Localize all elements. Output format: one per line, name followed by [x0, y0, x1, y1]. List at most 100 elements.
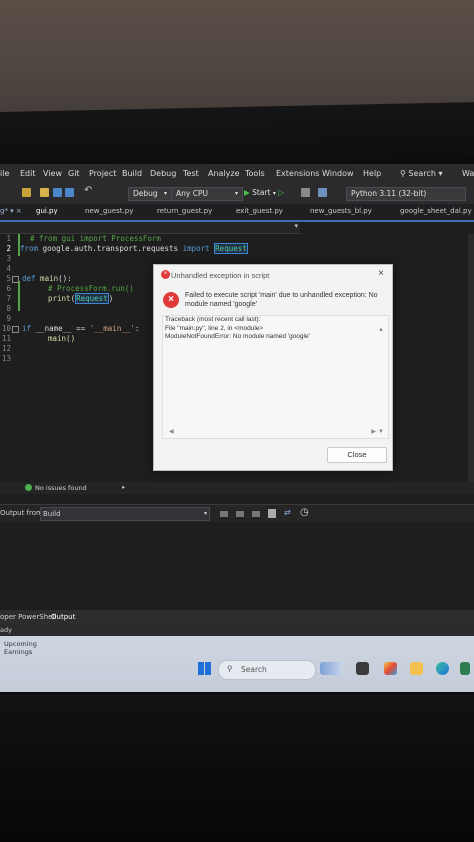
- platform-value: Any CPU: [176, 189, 208, 198]
- close-button[interactable]: Close: [327, 447, 387, 463]
- configuration-value: Debug: [133, 189, 158, 198]
- code-line-6: # ProcessForm.run(): [48, 284, 134, 293]
- scroll-down-icon[interactable]: ▼: [378, 428, 384, 437]
- monitor-bezel-top: [0, 102, 474, 168]
- tab-new-guests-bl[interactable]: new_guests_bl.py: [310, 207, 372, 215]
- python-environment-value: Python 3.11 (32-bit): [351, 189, 427, 198]
- error-icon: ×: [161, 270, 170, 279]
- chevron-down-icon: ▾: [203, 510, 207, 517]
- fold-toggle-icon[interactable]: [12, 276, 19, 283]
- dialog-title: Unhandled exception in script: [171, 271, 270, 280]
- open-folder-icon[interactable]: [40, 188, 49, 197]
- clear-all-icon[interactable]: [268, 509, 276, 518]
- traceback-text[interactable]: Traceback (most recent call last): File …: [162, 315, 389, 439]
- navigation-bar[interactable]: ▾: [0, 222, 300, 234]
- menu-bar: ile Edit View Git Project Build Debug Te…: [0, 164, 474, 184]
- menu-analyze[interactable]: Analyze: [208, 169, 240, 178]
- menu-project[interactable]: Project: [89, 169, 116, 178]
- close-icon[interactable]: ×: [378, 268, 384, 279]
- menu-git[interactable]: Git: [68, 169, 80, 178]
- scroll-right-icon[interactable]: ▶: [371, 428, 376, 437]
- search-icon: ⚲: [227, 664, 233, 673]
- output-tool-icon[interactable]: [252, 511, 260, 517]
- error-icon: ×: [163, 292, 179, 308]
- status-bar: ady: [0, 624, 474, 636]
- platform-dropdown[interactable]: Any CPU ▾: [171, 187, 243, 201]
- traceback-line: Traceback (most recent call last):: [165, 316, 261, 323]
- toolbar-window-icon[interactable]: [318, 188, 327, 197]
- clock-icon[interactable]: ◷: [300, 507, 309, 518]
- tab-exit-guest[interactable]: exit_guest.py: [236, 207, 283, 215]
- output-from-label: Output from:: [0, 509, 46, 517]
- file-explorer-icon[interactable]: [410, 662, 423, 675]
- output-pane[interactable]: [0, 522, 474, 610]
- code-line-11: main(): [48, 334, 76, 343]
- taskbar-search-box[interactable]: ⚲ Search: [218, 660, 316, 680]
- undo-icon[interactable]: ↶: [84, 185, 92, 197]
- menu-build[interactable]: Build: [122, 169, 142, 178]
- vertical-scrollbar[interactable]: [468, 234, 474, 482]
- terminal-icon[interactable]: [356, 662, 369, 675]
- line-number: 3: [6, 254, 11, 263]
- run-without-debug-icon[interactable]: ▷: [278, 188, 284, 197]
- output-tool-icon[interactable]: [220, 511, 228, 517]
- menu-test[interactable]: Test: [183, 169, 199, 178]
- tab-new-guest[interactable]: new_guest.py: [85, 207, 133, 215]
- chevron-down-icon: ▾: [438, 169, 443, 178]
- menu-help[interactable]: Help: [363, 169, 381, 178]
- tab-gui[interactable]: gui.py: [36, 207, 58, 215]
- search-box[interactable]: ⚲ Search ▾: [400, 169, 442, 178]
- line-number: 1: [6, 234, 11, 243]
- issues-status[interactable]: No issues found: [35, 484, 87, 492]
- tab-google-sheet-dal[interactable]: google_sheet_dal.py: [400, 207, 472, 215]
- chevron-down-icon: ▾: [294, 222, 298, 230]
- search-icon: ⚲: [400, 169, 406, 178]
- scroll-up-icon[interactable]: ▲: [378, 326, 384, 335]
- new-project-icon[interactable]: [22, 188, 31, 197]
- dialog-message: Failed to execute script 'main' due to u…: [185, 292, 378, 308]
- menu-debug[interactable]: Debug: [150, 169, 176, 178]
- screen: ile Edit View Git Project Build Debug Te…: [0, 164, 474, 692]
- output-tool-icon[interactable]: [236, 511, 244, 517]
- toolbar: ↶ Debug ▾ Any CPU ▾ ▶ Start ▾ ▷ Python 3…: [0, 184, 474, 205]
- app-icon[interactable]: [460, 662, 470, 675]
- menu-file[interactable]: ile: [0, 169, 9, 178]
- tab-return-guest[interactable]: return_guest.py: [157, 207, 212, 215]
- start-button[interactable]: ▶ Start ▾ ▷: [244, 187, 284, 199]
- fold-toggle-icon[interactable]: [12, 326, 19, 333]
- tab-developer-powershell[interactable]: oper PowerShell: [0, 613, 56, 621]
- chevron-down-icon: ▾: [163, 190, 167, 197]
- chevron-down-icon: ▾: [272, 190, 276, 197]
- word-wrap-icon[interactable]: ⇄: [284, 508, 291, 517]
- toolbar-tool-icon[interactable]: [301, 188, 310, 197]
- save-icon[interactable]: [53, 188, 62, 197]
- widget-title: Upcoming: [4, 640, 37, 648]
- windows-start-icon[interactable]: [198, 662, 211, 675]
- check-icon: [25, 484, 32, 491]
- menu-edit[interactable]: Edit: [20, 169, 36, 178]
- output-source-dropdown[interactable]: Build ▾: [40, 507, 210, 521]
- task-view-icon[interactable]: [320, 662, 342, 675]
- python-environment-dropdown[interactable]: Python 3.11 (32-bit): [346, 187, 466, 201]
- save-all-icon[interactable]: [65, 188, 74, 197]
- issues-nav-icon[interactable]: ▸: [122, 483, 125, 491]
- menu-extensions[interactable]: Extensions: [276, 169, 319, 178]
- tab-pin-icon[interactable]: g* ▾ ×: [0, 207, 22, 215]
- error-dialog: × Unhandled exception in script × × Fail…: [153, 264, 393, 471]
- photos-icon[interactable]: [384, 662, 397, 675]
- scroll-left-icon[interactable]: ◀: [169, 428, 174, 437]
- weather-widget[interactable]: Upcoming Earnings: [4, 640, 37, 656]
- tab-output[interactable]: Output: [51, 613, 75, 621]
- configuration-dropdown[interactable]: Debug ▾: [128, 187, 172, 201]
- code-line-7: print(Request): [48, 293, 114, 304]
- taskbar: Upcoming Earnings ⚲ Search: [0, 636, 474, 692]
- menu-view[interactable]: View: [43, 169, 62, 178]
- code-line-1: # from gui import ProcessForm: [30, 234, 161, 243]
- line-number: 12: [2, 344, 12, 353]
- taskbar-search-placeholder: Search: [241, 665, 267, 674]
- code-line-10: if __name__ == '__main__':: [22, 324, 140, 333]
- menu-window[interactable]: Window: [322, 169, 354, 178]
- menu-tools[interactable]: Tools: [245, 169, 265, 178]
- line-number: 4: [6, 264, 11, 273]
- edge-icon[interactable]: [436, 662, 449, 675]
